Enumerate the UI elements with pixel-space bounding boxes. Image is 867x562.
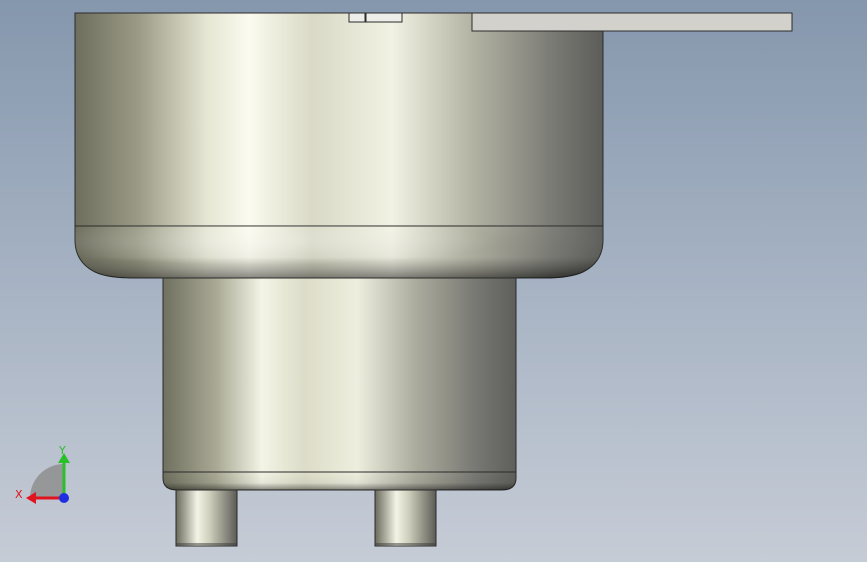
model-view[interactable]: Y X [0,0,867,562]
right-pin[interactable] [374,489,437,547]
lower-cylinder[interactable] [162,277,517,473]
y-axis-label: Y [58,444,66,457]
x-axis-label: X [15,488,23,501]
side-plate[interactable] [471,12,793,32]
left-pin[interactable] [175,489,238,547]
top-tab-left[interactable] [348,12,366,23]
graphics-viewport[interactable]: Y X [0,0,867,562]
z-axis-dot [59,493,69,503]
lower-chamfer[interactable] [162,471,517,491]
upper-flange[interactable] [74,225,604,279]
upper-cylinder[interactable] [74,12,604,227]
top-tab-right[interactable] [365,12,403,23]
coordinate-triad: Y X [15,444,70,504]
